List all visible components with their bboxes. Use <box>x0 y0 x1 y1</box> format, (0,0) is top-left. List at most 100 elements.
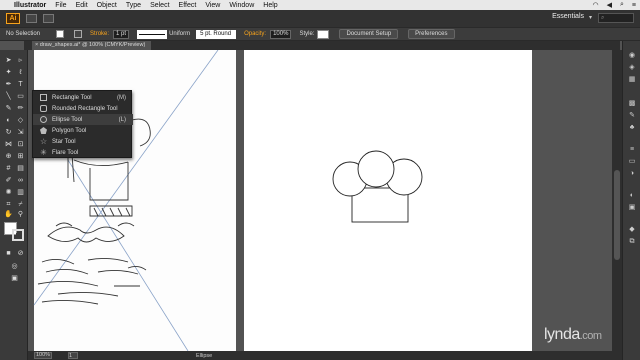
width-tool-icon[interactable]: ⋈ <box>3 140 14 149</box>
menu-type[interactable]: Type <box>126 2 141 9</box>
brushes-panel-icon[interactable]: ✎ <box>627 111 637 120</box>
scale-tool-icon[interactable]: ⇲ <box>15 128 26 137</box>
vertical-scrollbar[interactable] <box>612 50 622 351</box>
search-input[interactable]: ⌕ <box>598 13 634 23</box>
document-setup-button[interactable]: Document Setup <box>339 29 399 39</box>
star-tool-item[interactable]: ☆ Star Tool <box>33 136 133 147</box>
symbols-panel-icon[interactable]: ♣ <box>627 123 637 132</box>
fill-swatch[interactable] <box>56 30 65 38</box>
flyout-label: Flare Tool <box>52 149 79 156</box>
application-bar: Ai Essentials ▾ ⌕ <box>0 10 640 27</box>
opacity-label[interactable]: Opacity: <box>244 31 266 37</box>
flyout-label: Rectangle Tool <box>52 94 92 101</box>
stroke-panel-icon[interactable]: ≡ <box>627 145 637 154</box>
diagonal-guide <box>33 50 219 306</box>
magic-wand-tool-icon[interactable]: ✦ <box>3 68 14 77</box>
blend-tool-icon[interactable]: ∞ <box>15 176 26 185</box>
opacity-field[interactable]: 100% <box>270 29 292 39</box>
scrollbar-thumb[interactable] <box>614 170 620 260</box>
ellipse-tool-item[interactable]: Ellipse Tool (L) <box>33 114 133 125</box>
menu-effect[interactable]: Effect <box>179 2 197 9</box>
appearance-panel-icon[interactable]: ◐ <box>627 191 637 200</box>
zoom-field[interactable]: 100% <box>34 352 52 359</box>
stroke-label[interactable]: Stroke: <box>90 31 109 37</box>
menu-view[interactable]: View <box>205 2 220 9</box>
style-label: Style: <box>299 31 315 37</box>
illustrator-logo: Ai <box>6 13 20 24</box>
menu-edit[interactable]: Edit <box>76 2 88 9</box>
menu-window[interactable]: Window <box>229 2 254 9</box>
color-panel-icon[interactable]: ◉ <box>627 51 637 60</box>
mesh-tool-icon[interactable]: # <box>3 164 14 173</box>
drawing-mode-icon[interactable]: ◎ <box>9 262 20 271</box>
stroke-color-box[interactable] <box>12 229 24 241</box>
pen-tool-icon[interactable]: ✒ <box>3 80 14 89</box>
lynda-watermark: lynda.com <box>544 326 602 344</box>
artboards-panel-icon[interactable]: ⧉ <box>627 237 637 246</box>
pencil-tool-icon[interactable]: ✏ <box>15 104 26 113</box>
wifi-icon[interactable]: ◠ <box>592 1 598 9</box>
free-transform-tool-icon[interactable]: ⊡ <box>15 140 26 149</box>
document-tab-bar: × draw_shapes.ai* @ 100% (CMYK/Preview) <box>24 41 620 50</box>
menu-file[interactable]: File <box>55 2 66 9</box>
graphic-styles-panel-icon[interactable]: ▣ <box>627 203 637 212</box>
color-mode-icon[interactable]: ■ <box>3 249 14 258</box>
arrange-documents-button[interactable] <box>43 14 54 23</box>
volume-icon[interactable]: ◀ <box>607 1 612 9</box>
preferences-button[interactable]: Preferences <box>408 29 455 39</box>
chevron-down-icon[interactable]: ▾ <box>589 14 592 21</box>
hand-tool-icon[interactable]: ✋ <box>3 210 14 219</box>
transparency-panel-icon[interactable]: ◑ <box>627 169 637 178</box>
rounded-rectangle-tool-item[interactable]: Rounded Rectangle Tool <box>33 103 133 114</box>
variable-width-profile[interactable] <box>137 29 168 39</box>
artboard-tool-icon[interactable]: ⌗ <box>3 200 14 209</box>
menu-object[interactable]: Object <box>97 2 117 9</box>
none-mode-icon[interactable]: ⊘ <box>15 249 26 258</box>
star-icon: ☆ <box>40 137 48 146</box>
swatches-panel-icon[interactable]: ▩ <box>627 99 637 108</box>
color-guide-panel-icon[interactable]: ◈ <box>627 63 637 72</box>
stroke-weight-field[interactable]: 1 pt <box>113 29 130 39</box>
menu-select[interactable]: Select <box>150 2 169 9</box>
brush-definition[interactable]: 5 pt. Round <box>196 29 237 39</box>
type-tool-icon[interactable]: T <box>15 80 26 89</box>
eyedropper-tool-icon[interactable]: ✐ <box>3 176 14 185</box>
screen-mode-icon[interactable]: ▣ <box>9 274 20 283</box>
graph-tool-icon[interactable]: ▥ <box>15 188 26 197</box>
notifications-icon[interactable]: ≡ <box>632 2 636 9</box>
menu-help[interactable]: Help <box>263 2 277 9</box>
rectangle-tool-item[interactable]: Rectangle Tool (M) <box>33 92 133 103</box>
zoom-tool-icon[interactable]: ⚲ <box>15 210 26 219</box>
rotate-tool-icon[interactable]: ↻ <box>3 128 14 137</box>
graphic-style-swatch[interactable] <box>317 29 330 39</box>
shape-builder-tool-icon[interactable]: ⊕ <box>3 152 14 161</box>
line-tool-icon[interactable]: ╲ <box>3 92 14 101</box>
eraser-tool-icon[interactable]: ◇ <box>15 116 26 125</box>
lasso-tool-icon[interactable]: ℓ <box>15 68 26 77</box>
status-bar: 100% 1 Ellipse <box>28 351 622 360</box>
libraries-panel-icon[interactable]: ▦ <box>627 75 637 84</box>
spotlight-icon[interactable]: ⌕ <box>620 1 624 9</box>
artboard-navigation[interactable]: 1 <box>68 352 78 359</box>
current-tool-status[interactable]: Ellipse <box>196 353 212 359</box>
layers-panel-icon[interactable]: ◆ <box>627 225 637 234</box>
symbol-sprayer-tool-icon[interactable]: ✺ <box>3 188 14 197</box>
stroke-swatch[interactable] <box>74 30 83 38</box>
gradient-tool-icon[interactable]: ▤ <box>15 164 26 173</box>
flare-tool-item[interactable]: ✳ Flare Tool <box>33 147 133 158</box>
direct-selection-tool-icon[interactable]: ▹ <box>15 56 26 65</box>
slice-tool-icon[interactable]: ⌿ <box>15 200 26 209</box>
shape-tool-icon[interactable]: ▭ <box>15 92 26 101</box>
workspace-switcher[interactable]: Essentials <box>552 13 584 20</box>
blob-brush-tool-icon[interactable]: ◐ <box>3 116 14 125</box>
gradient-panel-icon[interactable]: ▭ <box>627 157 637 166</box>
bridge-button[interactable] <box>26 14 37 23</box>
selection-tool-icon[interactable]: ➤ <box>3 56 14 65</box>
polygon-tool-item[interactable]: Polygon Tool <box>33 125 133 136</box>
perspective-grid-tool-icon[interactable]: ⊞ <box>15 152 26 161</box>
control-bar: No Selection Stroke: 1 pt Uniform 5 pt. … <box>0 27 640 41</box>
hat-center-circle[interactable] <box>357 150 395 188</box>
document-tab[interactable]: × draw_shapes.ai* @ 100% (CMYK/Preview) <box>32 41 152 50</box>
menu-app-name[interactable]: Illustrator <box>14 2 46 9</box>
paintbrush-tool-icon[interactable]: ✎ <box>3 104 14 113</box>
